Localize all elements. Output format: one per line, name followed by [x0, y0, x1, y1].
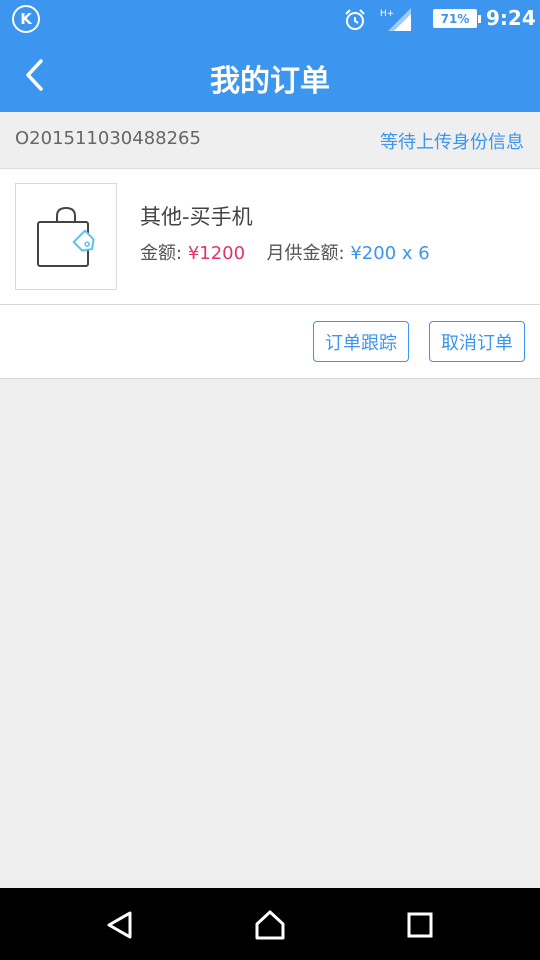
- shopping-bag-tag-icon: [37, 206, 95, 267]
- order-card[interactable]: 其他-买手机 金额: ¥1200 月供金额: ¥200 x 6: [0, 169, 540, 305]
- order-header: O201511030488265 等待上传身份信息: [0, 112, 540, 169]
- product-name: 其他-买手机: [140, 205, 253, 229]
- nav-recent-button[interactable]: [402, 908, 438, 942]
- cancel-order-button[interactable]: 取消订单: [429, 321, 525, 362]
- battery-level: 71%: [440, 11, 470, 26]
- network-type-label: H+: [380, 9, 394, 19]
- product-thumbnail: [15, 183, 117, 290]
- square-recent-icon: [407, 912, 433, 938]
- battery-icon: 71%: [433, 9, 481, 28]
- app-logo-icon: K: [12, 5, 40, 33]
- status-bar: K H+ 71% 9:24: [0, 0, 540, 38]
- order-status[interactable]: 等待上传身份信息: [380, 128, 524, 154]
- monthly-label: 月供金额:: [266, 243, 345, 264]
- alarm-icon: [345, 9, 365, 30]
- order-number: O201511030488265: [15, 128, 201, 149]
- price-line: 金额: ¥1200 月供金额: ¥200 x 6: [140, 239, 430, 265]
- nav-home-button[interactable]: [252, 908, 288, 942]
- clock: 9:24: [486, 6, 536, 30]
- system-nav-bar: [0, 888, 540, 960]
- order-actions: 订单跟踪 取消订单: [0, 305, 540, 379]
- screen: K H+ 71% 9:24 我的订单 O201511030488265 等待上传…: [0, 0, 540, 960]
- home-icon: [255, 910, 285, 940]
- monthly-value: ¥200 x 6: [350, 243, 430, 264]
- amount-value: ¥1200: [187, 243, 246, 264]
- nav-back-button[interactable]: [102, 908, 138, 942]
- track-order-button[interactable]: 订单跟踪: [313, 321, 409, 362]
- page-title: 我的订单: [210, 64, 330, 99]
- amount-label: 金额:: [140, 243, 183, 264]
- triangle-back-icon: [107, 911, 132, 939]
- app-header: 我的订单: [0, 38, 540, 112]
- signal-icon: H+: [380, 8, 411, 31]
